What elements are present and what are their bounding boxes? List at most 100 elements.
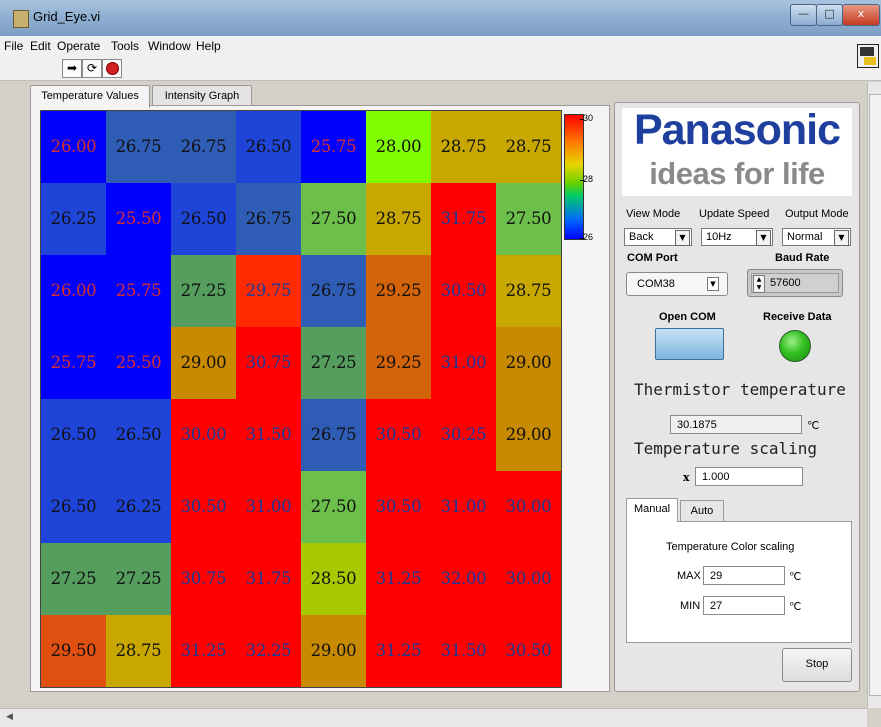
update-speed-select[interactable]: 10Hz ▼ <box>701 228 773 246</box>
logo-brand: Panasonic <box>633 106 841 154</box>
horizontal-scrollbar[interactable]: ◀ <box>0 708 867 727</box>
temperature-cell: 25.75 <box>106 255 171 327</box>
open-com-button[interactable] <box>655 328 724 360</box>
close-button[interactable]: x <box>842 4 880 26</box>
temperature-cell: 26.50 <box>106 399 171 471</box>
chevron-down-icon: ▼ <box>834 230 849 246</box>
temperature-cell: 29.50 <box>41 615 106 687</box>
temperature-cell: 30.00 <box>171 399 236 471</box>
temperature-cell: 29.25 <box>366 255 431 327</box>
receive-data-label: Receive Data <box>763 311 832 323</box>
maximize-button[interactable]: □ <box>816 4 843 26</box>
temperature-cell: 32.00 <box>431 543 496 615</box>
temperature-cell: 26.75 <box>301 399 366 471</box>
abort-execution-icon[interactable] <box>102 59 122 78</box>
thermistor-value-field: 30.1875 <box>670 415 802 434</box>
temperature-cell: 26.50 <box>236 111 301 183</box>
temperature-cell: 29.00 <box>496 327 561 399</box>
update-speed-label: Update Speed <box>699 208 770 220</box>
temperature-cell: 27.25 <box>41 543 106 615</box>
menu-edit[interactable]: Edit <box>30 39 51 53</box>
temperature-cell: 32.25 <box>236 615 301 687</box>
tab-temperature-values[interactable]: Temperature Values <box>30 85 150 108</box>
com-port-select[interactable]: COM38 ▼ <box>626 272 728 296</box>
temperature-cell: 25.50 <box>106 183 171 255</box>
tab-intensity-graph[interactable]: Intensity Graph <box>152 85 252 107</box>
min-unit: ℃ <box>789 601 802 613</box>
temperature-cell: 28.75 <box>106 615 171 687</box>
menu-operate[interactable]: Operate <box>57 39 100 53</box>
temperature-cell: 29.00 <box>496 399 561 471</box>
thermistor-label: Thermistor temperature <box>634 380 846 399</box>
tab-auto[interactable]: Auto <box>680 500 724 523</box>
temperature-cell: 31.25 <box>366 543 431 615</box>
menu-help[interactable]: Help <box>196 39 221 53</box>
minimize-button[interactable]: — <box>790 4 817 26</box>
temperature-cell: 30.25 <box>431 399 496 471</box>
receive-data-led-icon <box>779 330 811 362</box>
tab-manual[interactable]: Manual <box>626 498 678 522</box>
temperature-cell: 26.50 <box>41 471 106 543</box>
title-bar: Grid_Eye.vi — □ x <box>0 0 881 37</box>
temperature-cell: 26.00 <box>41 111 106 183</box>
color-scale-ramp <box>564 114 584 240</box>
temperature-cell: 29.00 <box>171 327 236 399</box>
temperature-grid: 26.00 26.75 26.75 26.50 25.75 28.00 28.75 28.75… <box>40 110 562 688</box>
temperature-cell: 27.50 <box>496 183 561 255</box>
chevron-down-icon: ▼ <box>675 230 690 246</box>
thermistor-unit: ℃ <box>807 420 820 432</box>
spinner-icon[interactable]: ▲ ▼ <box>753 275 765 293</box>
run-arrow-icon[interactable]: ➡ <box>62 59 82 78</box>
temperature-cell: 31.75 <box>431 183 496 255</box>
output-mode-select[interactable]: Normal ▼ <box>782 228 851 246</box>
temperature-cell: 26.25 <box>106 471 171 543</box>
labview-app-icon <box>13 10 29 28</box>
temperature-cell: 31.00 <box>431 471 496 543</box>
vertical-scrollbar[interactable] <box>867 82 881 708</box>
stop-button[interactable]: Stop <box>782 648 852 682</box>
temperature-cell: 30.50 <box>496 615 561 687</box>
temperature-cell: 31.25 <box>366 615 431 687</box>
max-input[interactable]: 29 <box>703 566 785 585</box>
temperature-cell: 30.50 <box>431 255 496 327</box>
temperature-cell: 29.25 <box>366 327 431 399</box>
temperature-cell: 27.25 <box>301 327 366 399</box>
scrollbar-thumb[interactable] <box>869 94 881 696</box>
open-com-label: Open COM <box>659 311 716 323</box>
chevron-down-icon: ▼ <box>707 277 719 291</box>
temperature-cell: 26.50 <box>41 399 106 471</box>
window-title: Grid_Eye.vi <box>33 9 101 24</box>
temperature-cell: 30.75 <box>171 543 236 615</box>
temperature-cell: 26.75 <box>236 183 301 255</box>
menu-window[interactable]: Window <box>148 39 191 53</box>
temperature-cell: 28.50 <box>301 543 366 615</box>
output-mode-label: Output Mode <box>785 208 849 220</box>
menu-bar: File Edit Operate Tools Window Help <box>0 36 881 56</box>
temperature-cell: 29.00 <box>301 615 366 687</box>
temperature-cell: 31.00 <box>431 327 496 399</box>
temperature-cell: 31.50 <box>236 399 301 471</box>
menu-file[interactable]: File <box>4 39 23 53</box>
temperature-cell: 27.25 <box>106 543 171 615</box>
temperature-cell: 30.50 <box>366 471 431 543</box>
temperature-cell: 25.75 <box>41 327 106 399</box>
menu-tools[interactable]: Tools <box>111 39 139 53</box>
temperature-cell: 28.75 <box>431 111 496 183</box>
temperature-cell: 31.00 <box>236 471 301 543</box>
temperature-cell: 26.50 <box>171 183 236 255</box>
scroll-left-icon[interactable]: ◀ <box>6 712 13 722</box>
temperature-cell: 26.75 <box>301 255 366 327</box>
com-port-label: COM Port <box>627 252 678 264</box>
temperature-cell: 27.50 <box>301 471 366 543</box>
temperature-cell: 28.75 <box>366 183 431 255</box>
scaling-input[interactable]: 1.000 <box>695 467 803 486</box>
temperature-cell: 30.75 <box>236 327 301 399</box>
temperature-cell: 31.75 <box>236 543 301 615</box>
run-continuously-icon[interactable]: ⟳ <box>82 59 102 78</box>
temperature-cell: 31.25 <box>171 615 236 687</box>
color-scaling-title: Temperature Color scaling <box>666 541 795 553</box>
min-input[interactable]: 27 <box>703 596 785 615</box>
temperature-cell: 25.50 <box>106 327 171 399</box>
view-mode-select[interactable]: Back ▼ <box>624 228 692 246</box>
temperature-cell: 27.50 <box>301 183 366 255</box>
